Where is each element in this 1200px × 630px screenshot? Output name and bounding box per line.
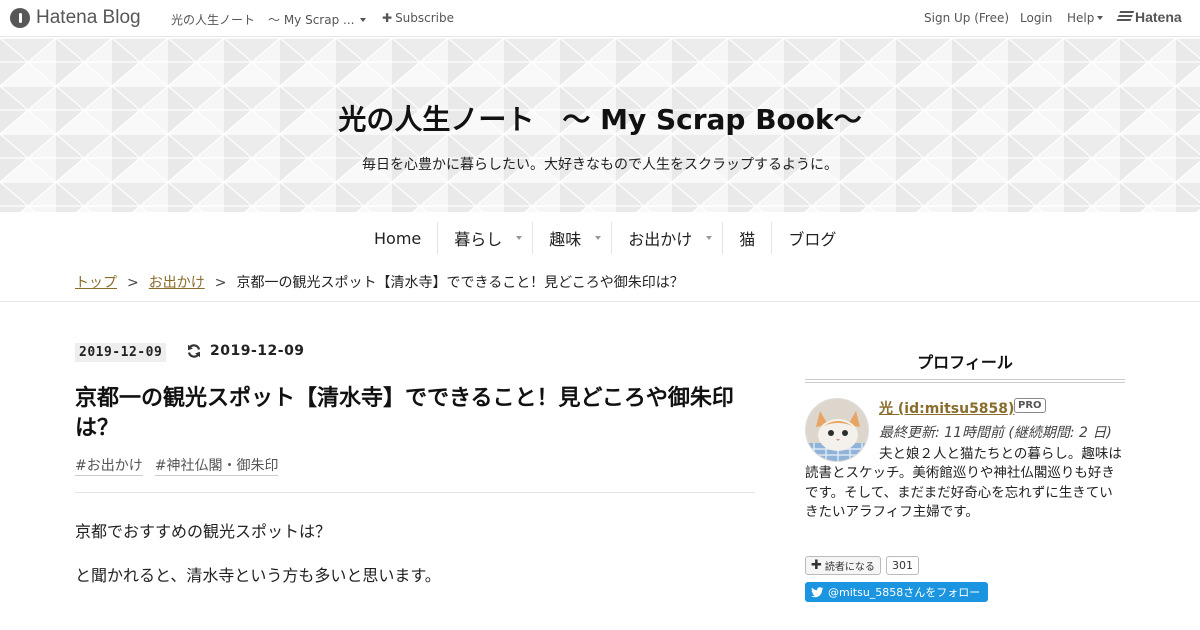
- subscribe-button[interactable]: ✚ Subscribe: [382, 11, 454, 25]
- divider: [805, 379, 1125, 383]
- nav-item-label: 趣味: [549, 230, 582, 249]
- login-link[interactable]: Login: [1020, 11, 1052, 25]
- nav-item-label: 猫: [739, 230, 756, 249]
- help-label: Help: [1067, 11, 1095, 25]
- profile-name-link[interactable]: 光 (id:mitsu5858): [879, 398, 1014, 418]
- last-updated-text: 最終更新: 11時間前 (継続期間: 2 日): [879, 425, 1112, 441]
- category-nav: Home 暮らし 趣味 お出かけ 猫 ブログ: [0, 212, 1200, 262]
- twitter-follow-label: @mitsu_5858さんをフォロー: [828, 586, 981, 599]
- twitter-bird-icon: [811, 586, 824, 597]
- article-paragraph: 京都でおすすめの観光スポットは？: [75, 522, 332, 541]
- nav-item-kurashi[interactable]: 暮らし: [438, 222, 534, 254]
- profile-bio: 夫と娘２人と猫たちとの暮らし。趣味は読書とスケッチ。美術館巡りや神社仏閣巡りも好…: [805, 445, 1123, 523]
- nav-item-home[interactable]: Home: [358, 222, 439, 254]
- reader-button-label: 読者になる: [824, 562, 875, 573]
- tag-link[interactable]: #お出かけ: [75, 455, 143, 476]
- nav-item-label: 暮らし: [454, 230, 503, 249]
- breadcrumb-separator: >: [214, 275, 227, 291]
- hatena-blog-icon: [10, 8, 30, 28]
- plus-icon: ✚: [382, 11, 393, 25]
- hatena-logo[interactable]: Hatena: [1115, 9, 1182, 25]
- blog-menu-dropdown[interactable]: ～ My Scrap ...: [268, 11, 367, 28]
- subscribe-reader-button[interactable]: ✚ 読者になる: [805, 556, 881, 575]
- nav-item-blog[interactable]: ブログ: [772, 222, 852, 254]
- blog-menu-label: ～ My Scrap ...: [268, 13, 355, 27]
- nav-item-odekake[interactable]: お出かけ: [612, 222, 724, 254]
- updated-date: 2019-12-09: [210, 343, 305, 359]
- breadcrumb-separator: >: [127, 275, 139, 291]
- hatena-blog-logo[interactable]: Hatena Blog: [10, 7, 141, 29]
- blog-name-link[interactable]: 光の人生ノート: [171, 11, 255, 28]
- subscribe-label: Subscribe: [395, 11, 455, 25]
- post-date[interactable]: 2019-12-09: [75, 343, 167, 362]
- blog-title[interactable]: 光の人生ノート ～ My Scrap Book～: [0, 98, 1200, 138]
- profile-bio-text: 夫と娘２人と猫たちとの暮らし。趣味は読書とスケッチ。美術館巡りや神社仏閣巡りも好…: [805, 446, 1122, 521]
- blog-description: 毎日を心豊かに暮らしたい。大好きなもので人生をスクラップするように。: [362, 157, 838, 173]
- breadcrumb: トップ > お出かけ > 京都一の観光スポット【清水寺】でできること！見どころや御朱印は…: [75, 272, 684, 292]
- nav-item-neko[interactable]: 猫: [723, 222, 773, 254]
- hatena-mark-icon: [1115, 11, 1135, 23]
- chevron-down-icon: [1097, 16, 1104, 20]
- breadcrumb-top-link[interactable]: トップ: [75, 275, 117, 291]
- brand-text: Hatena Blog: [36, 7, 141, 28]
- chevron-down-icon: [516, 236, 523, 240]
- divider: [0, 301, 1200, 302]
- refresh-icon: [187, 344, 201, 358]
- sidebar-section-title: プロフィール: [917, 353, 1013, 372]
- breadcrumb-category-link[interactable]: お出かけ: [149, 275, 205, 291]
- plus-icon: ✚: [811, 558, 822, 573]
- article-paragraph: と聞かれると、清水寺という方も多いと思います。: [75, 566, 441, 585]
- chevron-down-icon: [706, 236, 713, 240]
- nav-item-shumi[interactable]: 趣味: [533, 222, 613, 254]
- breadcrumb-current: 京都一の観光スポット【清水寺】でできること！見どころや御朱印は？: [236, 275, 684, 291]
- pro-badge: PRO: [1014, 398, 1046, 413]
- nav-item-label: Home: [374, 228, 422, 248]
- chevron-down-icon: [595, 236, 602, 240]
- chevron-down-icon: [360, 18, 367, 22]
- global-header: Hatena Blog 光の人生ノート ～ My Scrap ... ✚ Subs…: [0, 0, 1200, 37]
- hatena-logo-text: Hatena: [1135, 9, 1182, 25]
- reader-count: 301: [886, 556, 919, 575]
- article-tags: #お出かけ #神社仏閣・御朱印: [75, 455, 279, 476]
- blog-header: 光の人生ノート ～ My Scrap Book～ 毎日を心豊かに暮らしたい。大好…: [0, 38, 1200, 212]
- divider: [75, 492, 755, 493]
- nav-item-label: ブログ: [788, 230, 837, 249]
- tag-link[interactable]: #神社仏閣・御朱印: [154, 455, 279, 476]
- help-dropdown[interactable]: Help: [1067, 11, 1104, 25]
- article-title[interactable]: 京都一の観光スポット【清水寺】でできること！見どころや御朱印は？: [75, 384, 765, 444]
- sign-up-link[interactable]: Sign Up (Free): [924, 11, 1009, 25]
- twitter-follow-button[interactable]: @mitsu_5858さんをフォロー: [805, 582, 989, 602]
- nav-item-label: お出かけ: [628, 230, 693, 249]
